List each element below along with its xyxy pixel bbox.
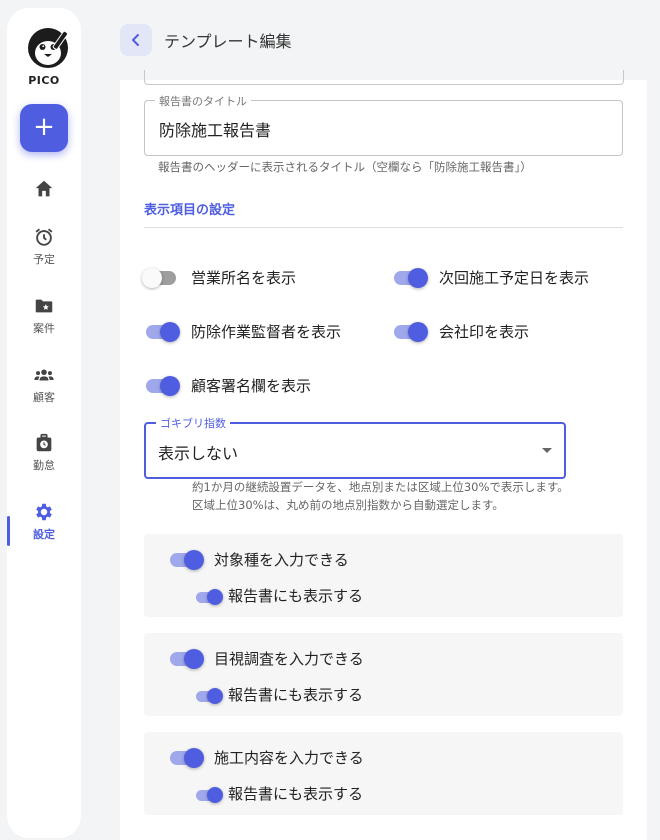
toggle-input-target-species[interactable] [168,550,204,570]
caret-down-icon [542,448,552,453]
toggle-label: 対象種を入力できる [214,551,349,569]
gear-icon [36,503,52,521]
sidebar-item-customers[interactable]: 顧客 [7,364,81,405]
sidebar-item-schedule[interactable]: 予定 [7,226,81,267]
chevron-left-icon [132,34,139,46]
sidebar-item-home[interactable] [7,178,81,200]
toggle-next-date[interactable] [392,268,428,288]
toggle-label: 防除作業監督者を表示 [191,323,342,341]
sidebar-item-label: 設定 [33,528,55,541]
toggle-label: 報告書にも表示する [228,686,364,704]
sidebar-item-settings[interactable]: 設定 [7,501,81,542]
back-button[interactable] [120,24,152,56]
input-group-visual-survey: 目視調査を入力できる 報告書にも表示する [144,633,623,716]
sidebar-item-label: 勤怠 [33,459,55,472]
toggle-label: 顧客署名欄を表示 [191,377,312,395]
cockroach-index-label: ゴキブリ指数 [156,415,230,431]
report-title-value[interactable]: 防除施工報告書 [159,117,271,141]
toggle-report-work-content[interactable] [194,787,224,807]
sidebar-item-label: 顧客 [33,391,55,404]
toggle-label: 報告書にも表示する [228,587,364,605]
people-icon [34,369,54,381]
sidebar-item-label: 予定 [33,253,55,266]
plus-icon: + [33,112,55,142]
toggle-label: 施工内容を入力できる [214,749,364,767]
template-form-card: 報告書のタイトル 防除施工報告書 報告書のヘッダーに表示されるタイトル（空欄なら… [120,70,647,840]
alarm-clock-icon [35,228,53,246]
page-title: テンプレート編集 [164,32,292,51]
cockroach-index-value: 表示しない [158,444,239,463]
sidebar-item-label: 案件 [33,322,55,335]
sidebar-item-attendance[interactable]: 勤怠 [7,432,81,473]
toggle-label: 目視調査を入力できる [214,650,364,668]
report-title-label: 報告書のタイトル [155,93,251,109]
toggle-input-visual-survey[interactable] [168,649,204,669]
section-title: 表示項目の設定 [144,203,236,218]
toggle-input-work-content[interactable] [168,748,204,768]
add-button[interactable]: + [20,104,68,152]
toggle-label: 報告書にも表示する [228,785,364,803]
report-title-field[interactable]: 報告書のタイトル 防除施工報告書 [144,93,623,156]
toggle-company-seal[interactable] [392,322,428,342]
home-icon [35,180,53,197]
toggle-label: 会社印を表示 [439,323,530,341]
toggle-label: 次回施工予定日を表示 [439,269,590,287]
folder-star-icon [35,299,53,313]
toggle-report-target-species[interactable] [194,589,224,609]
pico-logo-icon[interactable] [25,26,71,72]
divider [144,227,623,228]
report-title-helper: 報告書のヘッダーに表示されるタイトル（空欄なら「防除施工報告書」） [158,160,532,174]
cockroach-index-helper-2: 区域上位30%は、丸め前の地点別指数から自動選定します。 [192,498,504,512]
toggle-office-name[interactable] [142,268,178,288]
sidebar: PICO + 予定 案件 顧客 勤怠 設定 [7,8,81,838]
briefcase-clock-icon [36,433,52,452]
cockroach-index-select[interactable]: ゴキブリ指数 表示しない [144,415,566,479]
toggle-supervisor[interactable] [144,322,180,342]
toggle-report-visual-survey[interactable] [194,688,224,708]
toggle-label: 営業所名を表示 [191,269,297,287]
input-group-work-content: 施工内容を入力できる 報告書にも表示する [144,732,623,815]
cockroach-index-helper-1: 約1か月の継続設置データを、地点別または区域上位30%で表示します。 [192,480,569,494]
logo-text: PICO [28,74,60,87]
toggle-customer-signature[interactable] [144,376,180,396]
sidebar-item-projects[interactable]: 案件 [7,295,81,336]
previous-field-edge [144,70,624,85]
input-group-target-species: 対象種を入力できる 報告書にも表示する [144,534,623,617]
